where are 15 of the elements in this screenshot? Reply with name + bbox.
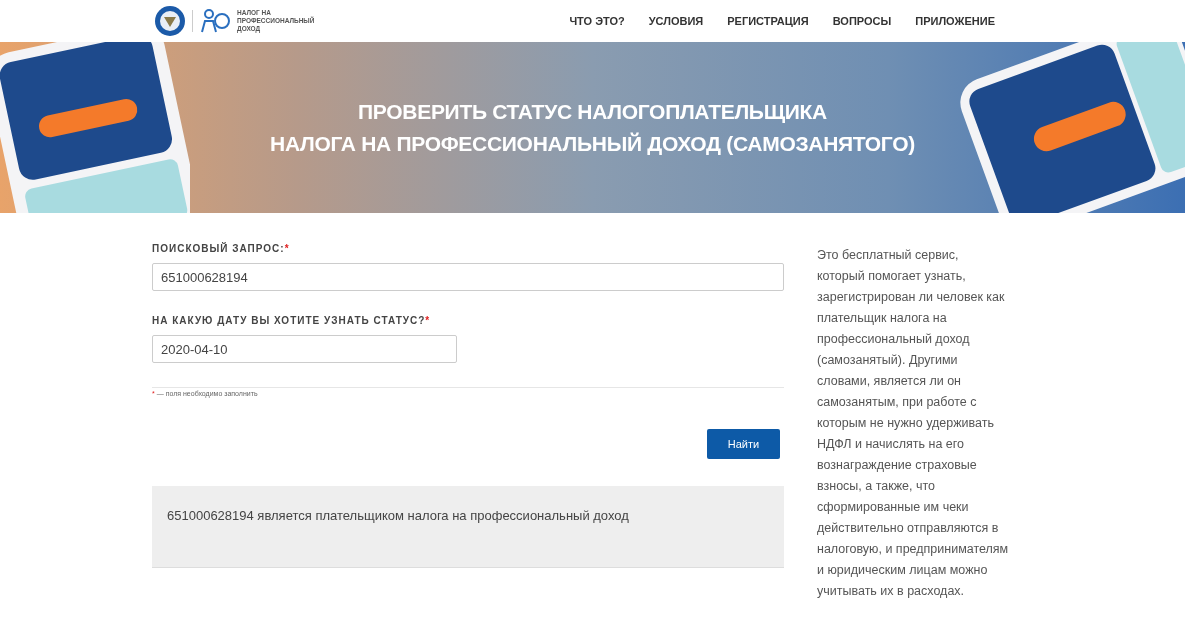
nav-link[interactable]: УСЛОВИЯ [648,15,704,27]
input-field[interactable]: 651000628194 [152,263,784,291]
nav-link[interactable]: РЕГИСТРАЦИЯ [727,15,809,27]
field-label: НА КАКУЮ ДАТУ ВЫ ХОТИТЕ УЗНАТЬ СТАТУС?* [152,315,432,326]
input-field[interactable]: 2020-04-10 [152,335,457,363]
nav-link[interactable]: ЧТО ЭТО? [569,15,625,27]
field-label: ПОИСКОВЫЙ ЗАПРОС:* [152,243,291,254]
nav-link[interactable]: ПРИЛОЖЕНИЕ [915,15,995,27]
description-text: Это бесплатный сервис, который помогает узнать, зарегистрирован ли человек как плательщик налога на профессиональный доход (самозанятый). Другими словами, является ли он самозанятым, при работе с которым не нужно удерживать НДФЛ и начислять на его вознаграждение страховые взносы, а также, что сформированные им чеки действительно отправляются в налоговую, и предпринимателям и юридическим лицам можно учитывать их в расходах. [817,247,1009,600]
search-button[interactable]: Найти [707,429,780,459]
emblem-icon [154,5,186,37]
nav-link[interactable]: ВОПРОСЫ [832,15,892,27]
result-message: 651000628194 является плательщиком налога на профессиональный доход [152,486,784,568]
banner-title: ПРОВЕРИТЬ СТАТУС НАЛОГОПЛАТЕЛЬЩИКА [358,99,827,124]
banner-title: НАЛОГА НА ПРОФЕССИОНАЛЬНЫЙ ДОХОД (САМОЗАНЯТОГО) [270,131,915,156]
